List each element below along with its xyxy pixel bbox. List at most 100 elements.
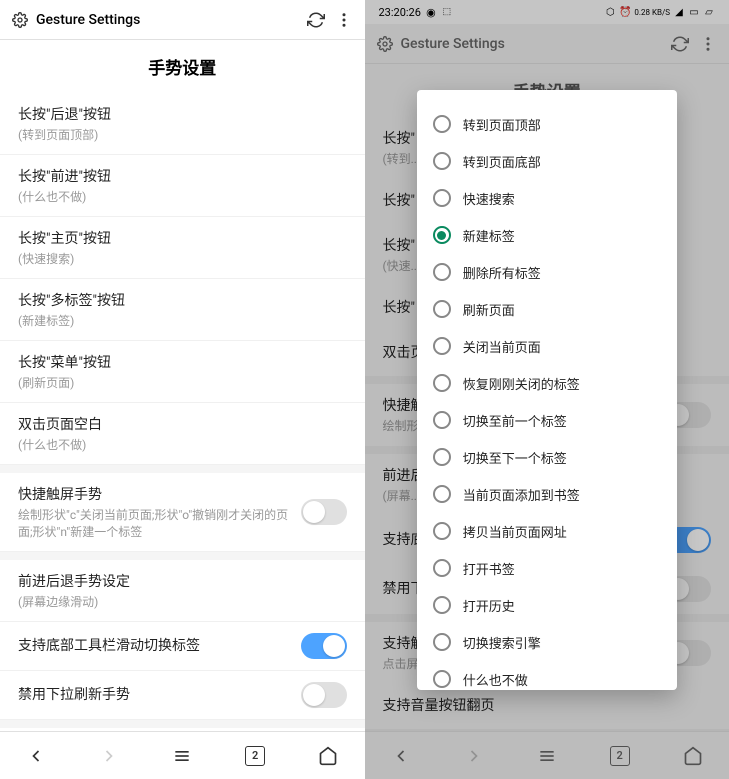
statusbar: 23:20:26 ◉ ⬚ ⬡ ⏰ 0.28 KB/S ◢ ▭ ▱ xyxy=(365,0,729,24)
volume-flip-item[interactable]: 支持音量按钮翻页 xyxy=(365,684,729,729)
tab-count: 2 xyxy=(610,746,630,766)
home-button[interactable] xyxy=(673,736,713,776)
radio-option[interactable]: 新建标签 xyxy=(429,217,665,254)
item-title: 长按"前进"按钮 xyxy=(18,166,347,186)
radio-icon xyxy=(433,522,451,540)
radio-label: 转到页面顶部 xyxy=(463,115,541,134)
tabs-button[interactable]: 2 xyxy=(600,736,640,776)
bottombar: 2 xyxy=(365,731,729,779)
radio-option[interactable]: 打开历史 xyxy=(429,587,665,624)
radio-icon xyxy=(433,115,451,133)
radio-icon xyxy=(433,559,451,577)
radio-icon xyxy=(433,411,451,429)
radio-option[interactable]: 切换至前一个标签 xyxy=(429,402,665,439)
item-sub: (屏幕边缘滑动) xyxy=(18,593,347,610)
radio-option[interactable]: 打开书签 xyxy=(429,550,665,587)
radio-option[interactable]: 切换搜索引擎 xyxy=(429,624,665,661)
radio-option[interactable]: 刷新页面 xyxy=(429,291,665,328)
radio-label: 当前页面添加到书签 xyxy=(463,485,580,504)
gesture-setting-item[interactable]: 长按"菜单"按钮(刷新页面) xyxy=(0,341,365,403)
forward-button[interactable] xyxy=(454,736,494,776)
radio-label: 删除所有标签 xyxy=(463,263,541,282)
radio-label: 切换搜索引擎 xyxy=(463,633,541,652)
radio-icon xyxy=(433,226,451,244)
status-app-icon: ◉ xyxy=(425,6,437,18)
radio-label: 打开历史 xyxy=(463,596,515,615)
gesture-setting-item[interactable]: 长按"主页"按钮(快速搜索) xyxy=(0,217,365,279)
shield-icon: ⬡ xyxy=(604,6,616,18)
gesture-setting-item[interactable]: 长按"多标签"按钮 (新建标签) xyxy=(0,279,365,341)
alarm-icon: ⏰ xyxy=(619,6,631,18)
radio-option[interactable]: 关闭当前页面 xyxy=(429,328,665,365)
item-title: 快捷触屏手势 xyxy=(18,484,301,504)
radio-option[interactable]: 删除所有标签 xyxy=(429,254,665,291)
radio-label: 新建标签 xyxy=(463,226,515,245)
gesture-setting-item[interactable]: 双击页面空白(什么也不做) xyxy=(0,403,365,465)
dialog-overlay[interactable]: 转到页面顶部转到页面底部快速搜索新建标签删除所有标签刷新页面关闭当前页面恢复刚刚… xyxy=(365,0,729,779)
radio-option[interactable]: 什么也不做 xyxy=(429,661,665,690)
back-button[interactable] xyxy=(16,736,56,776)
item-title: 长按"主页"按钮 xyxy=(18,228,347,248)
pull-refresh-item[interactable]: 禁用下拉刷新手势 xyxy=(0,671,365,720)
radio-label: 打开书签 xyxy=(463,559,515,578)
appbar-title: Gesture Settings xyxy=(401,36,505,52)
item-sub: (什么也不做) xyxy=(18,188,347,205)
toggle-toolbar-swipe[interactable] xyxy=(301,633,347,659)
home-button[interactable] xyxy=(308,736,348,776)
back-button[interactable] xyxy=(381,736,421,776)
menu-button[interactable] xyxy=(162,736,202,776)
radio-label: 切换至前一个标签 xyxy=(463,411,567,430)
refresh-icon[interactable] xyxy=(307,11,325,29)
toggle-pull-refresh[interactable] xyxy=(301,682,347,708)
radio-option[interactable]: 转到页面顶部 xyxy=(429,106,665,143)
item-title: 长按"菜单"按钮 xyxy=(18,352,347,372)
appbar: Gesture Settings xyxy=(365,24,729,64)
gesture-setting-item[interactable]: 长按"后退"按钮(转到页面顶部) xyxy=(0,93,365,155)
item-title: 禁用下拉刷新手势 xyxy=(18,684,301,704)
quick-touch-gesture-item[interactable]: 快捷触屏手势 绘制形状"c"关闭当前页面;形状"o"撤销刚才关闭的页面;形状"n… xyxy=(0,473,365,552)
item-title: 前进后退手势设定 xyxy=(18,571,347,591)
item-title: 支持底部工具栏滑动切换标签 xyxy=(18,635,301,655)
gesture-setting-item[interactable]: 长按"前进"按钮 (什么也不做) xyxy=(0,155,365,217)
content-area: 长按"后退"按钮(转到页面顶部)长按"前进"按钮(什么也不做)长按"主页"按钮(… xyxy=(0,93,365,731)
menu-button[interactable] xyxy=(527,736,567,776)
signal-icon: ▭ xyxy=(688,6,700,18)
toggle-quick-gesture[interactable] xyxy=(301,499,347,525)
radio-label: 刷新页面 xyxy=(463,300,515,319)
status-time: 23:20:26 xyxy=(379,6,421,19)
swipe-nav-item[interactable]: 前进后退手势设定 (屏幕边缘滑动) xyxy=(0,560,365,622)
status-speed: 0.28 KB/S xyxy=(634,8,670,17)
options-dialog: 转到页面顶部转到页面底部快速搜索新建标签删除所有标签刷新页面关闭当前页面恢复刚刚… xyxy=(417,90,677,690)
radio-label: 快速搜索 xyxy=(463,189,515,208)
radio-icon xyxy=(433,189,451,207)
toolbar-swipe-item[interactable]: 支持底部工具栏滑动切换标签 xyxy=(0,622,365,671)
radio-option[interactable]: 恢复刚刚关闭的标签 xyxy=(429,365,665,402)
item-title: 长按"多标签"按钮 xyxy=(18,290,347,310)
tabs-button[interactable]: 2 xyxy=(235,736,275,776)
forward-button[interactable] xyxy=(89,736,129,776)
radio-icon xyxy=(433,670,451,688)
appbar: Gesture Settings xyxy=(0,0,365,40)
tab-count: 2 xyxy=(245,746,265,766)
wifi-icon: ◢ xyxy=(673,6,685,18)
radio-icon xyxy=(433,337,451,355)
radio-option[interactable]: 切换至下一个标签 xyxy=(429,439,665,476)
radio-label: 拷贝当前页面网址 xyxy=(463,522,567,541)
overflow-menu-icon[interactable] xyxy=(699,35,717,53)
item-title: 双击页面空白 xyxy=(18,414,347,434)
bottombar: 2 xyxy=(0,731,365,779)
radio-option[interactable]: 快速搜索 xyxy=(429,180,665,217)
item-sub: (新建标签) xyxy=(18,312,347,329)
radio-icon xyxy=(433,448,451,466)
radio-label: 转到页面底部 xyxy=(463,152,541,171)
radio-option[interactable]: 当前页面添加到书签 xyxy=(429,476,665,513)
item-sub: 绘制形状"c"关闭当前页面;形状"o"撤销刚才关闭的页面;形状"n"新建一个标签 xyxy=(18,506,301,540)
left-screen: Gesture Settings 手势设置 长按"后退"按钮(转到页面顶部)长按… xyxy=(0,0,365,779)
overflow-menu-icon[interactable] xyxy=(335,11,353,29)
refresh-icon[interactable] xyxy=(671,35,689,53)
appbar-title: Gesture Settings xyxy=(36,12,140,28)
radio-option[interactable]: 拷贝当前页面网址 xyxy=(429,513,665,550)
battery-icon: ▱ xyxy=(703,6,715,18)
radio-icon xyxy=(433,633,451,651)
radio-option[interactable]: 转到页面底部 xyxy=(429,143,665,180)
